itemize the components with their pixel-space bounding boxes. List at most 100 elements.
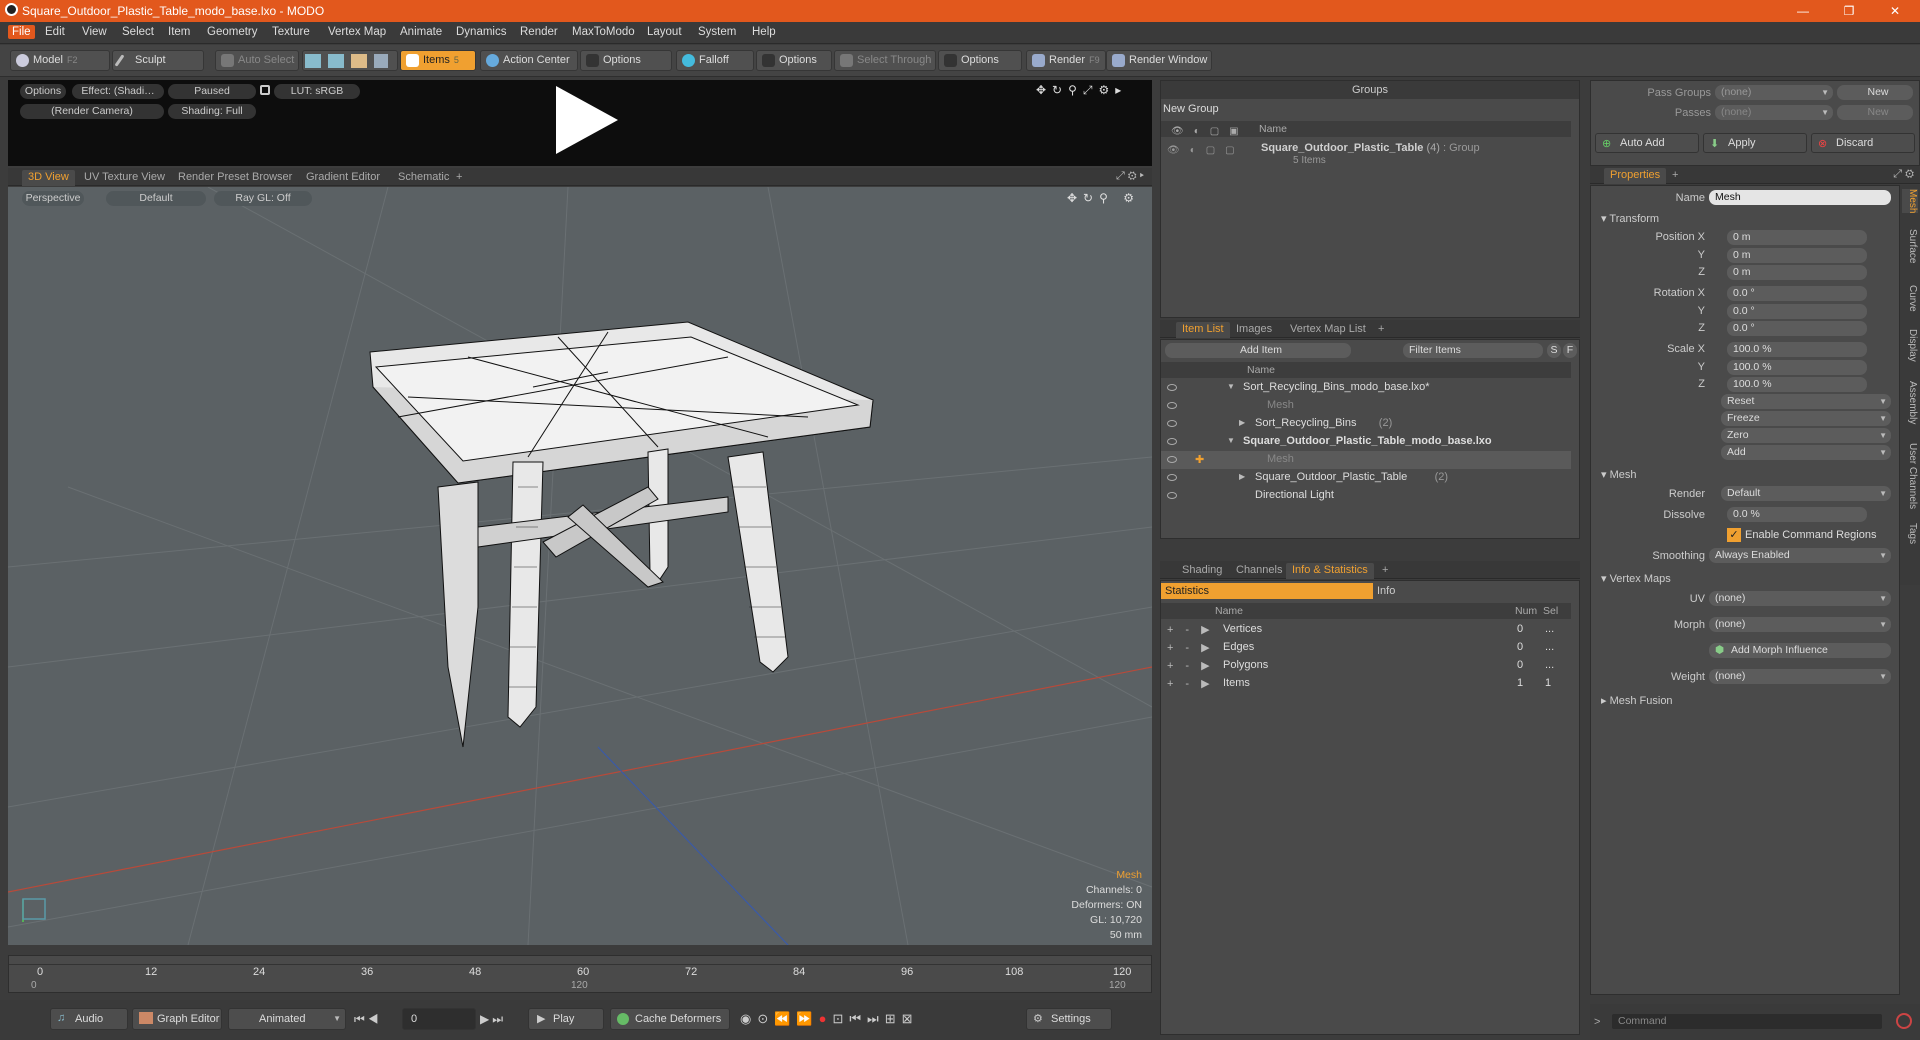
side-tab-display[interactable]: Display: [1902, 329, 1918, 362]
lock-icon[interactable]: ✚: [1195, 453, 1204, 466]
minimize-button[interactable]: —: [1780, 0, 1826, 22]
visibility-eye-icon[interactable]: [1167, 492, 1177, 499]
uv-dropdown[interactable]: (none) ▼: [1709, 591, 1891, 606]
render-button[interactable]: Render F9: [1026, 50, 1106, 71]
info-tab[interactable]: Info: [1377, 583, 1395, 599]
side-tab-surface[interactable]: Surface: [1902, 229, 1918, 263]
tab-channels[interactable]: Channels: [1230, 563, 1288, 579]
group-item[interactable]: Square_Outdoor_Plastic_Table (4) : Group: [1261, 142, 1480, 154]
item-list-row[interactable]: ▶ Sort_Recycling_Bins (2): [1161, 415, 1571, 433]
cache-deformers-button[interactable]: Cache Deformers: [610, 1008, 730, 1030]
reset-dropdown[interactable]: Reset ▼: [1721, 394, 1891, 409]
morph-dropdown[interactable]: (none) ▼: [1709, 617, 1891, 632]
smoothing-dropdown[interactable]: Always Enabled ▼: [1709, 548, 1891, 563]
shading-dropdown[interactable]: Shading: Full: [168, 104, 256, 119]
tab-uv-texture-view[interactable]: UV Texture View: [78, 170, 171, 186]
mesh-section[interactable]: ▾ Mesh: [1601, 468, 1636, 481]
viewport-nav-icons[interactable]: ✥↻⚲ ⚙: [1067, 191, 1140, 205]
menu-vertex-map[interactable]: Vertex Map: [328, 26, 386, 38]
stats-row[interactable]: +-▶ Polygons 0...: [1161, 657, 1571, 675]
apply-button[interactable]: ⬇ Apply: [1703, 133, 1807, 153]
visibility-eye-icon[interactable]: [1167, 384, 1177, 391]
filter-items-input[interactable]: Filter Items: [1403, 343, 1543, 358]
tab-vertex-map-list[interactable]: Vertex Map List: [1284, 322, 1372, 338]
add-tab-button[interactable]: +: [450, 170, 468, 186]
graph-editor-button[interactable]: Graph Editor: [132, 1008, 222, 1030]
new-pass-group-button[interactable]: New: [1837, 85, 1913, 100]
menu-layout[interactable]: Layout: [647, 26, 682, 38]
restore-button[interactable]: ❐: [1826, 0, 1872, 22]
side-tab-assembly[interactable]: Assembly: [1902, 381, 1918, 424]
freeze-dropdown[interactable]: Freeze ▼: [1721, 411, 1891, 426]
dissolve-input[interactable]: 0.0 %: [1727, 507, 1867, 522]
preview-paused-button[interactable]: Paused: [168, 84, 256, 99]
position-z-input[interactable]: 0 m: [1727, 265, 1867, 280]
menu-file[interactable]: File: [8, 25, 35, 39]
expand-arrow-icon[interactable]: ▼: [1227, 436, 1235, 445]
new-pass-button[interactable]: New: [1837, 105, 1913, 120]
menu-help[interactable]: Help: [752, 26, 776, 38]
animated-dropdown[interactable]: Animated ▼: [228, 1008, 346, 1030]
shading-style-dropdown[interactable]: Default: [106, 191, 206, 206]
menu-texture[interactable]: Texture: [272, 26, 310, 38]
add-tab-button[interactable]: +: [1372, 322, 1390, 338]
new-group-button[interactable]: New Group: [1163, 103, 1219, 115]
visibility-eye-icon[interactable]: [1167, 420, 1177, 427]
filter-f-button[interactable]: F: [1563, 343, 1577, 358]
menu-dynamics[interactable]: Dynamics: [456, 26, 506, 38]
scale-y-input[interactable]: 100.0 %: [1727, 360, 1867, 375]
lock-icon[interactable]: [260, 85, 270, 95]
tab-render-preset-browser[interactable]: Render Preset Browser: [172, 170, 298, 186]
expand-arrow-icon[interactable]: ▶: [1239, 472, 1245, 481]
preview-effect-dropdown[interactable]: Effect: (Shadi…: [72, 84, 164, 99]
item-list-row[interactable]: Mesh: [1161, 397, 1571, 415]
expand-controls-icon[interactable]: +-▶: [1167, 641, 1222, 654]
discard-button[interactable]: ⊗ Discard: [1811, 133, 1915, 153]
tab-gradient-editor[interactable]: Gradient Editor: [300, 170, 386, 186]
expand-controls-icon[interactable]: +-▶: [1167, 677, 1222, 690]
close-button[interactable]: ✕: [1872, 0, 1918, 22]
position-x-input[interactable]: 0 m: [1727, 230, 1867, 245]
record-icon[interactable]: [1896, 1013, 1912, 1029]
filter-s-button[interactable]: S: [1547, 343, 1561, 358]
key-control-icons[interactable]: ◉⊙⏪⏩●⊡⏮⏭⊞⊠: [740, 1011, 919, 1027]
position-y-input[interactable]: 0 m: [1727, 248, 1867, 263]
rotation-x-input[interactable]: 0.0 °: [1727, 286, 1867, 301]
enable-command-regions-checkbox[interactable]: ✓: [1727, 528, 1741, 542]
statistics-tab[interactable]: Statistics: [1161, 583, 1373, 599]
falloff-button[interactable]: Falloff: [676, 50, 754, 71]
transform-section[interactable]: ▾ Transform: [1601, 212, 1659, 225]
command-input[interactable]: Command: [1612, 1014, 1882, 1029]
item-list-row[interactable]: ✚ Mesh: [1161, 451, 1571, 469]
tab-properties[interactable]: Properties: [1604, 168, 1667, 184]
item-list-row[interactable]: Directional Light: [1161, 487, 1571, 505]
menu-view[interactable]: View: [82, 26, 107, 38]
raygl-dropdown[interactable]: Ray GL: Off: [214, 191, 312, 206]
side-tab-curve[interactable]: Curve: [1902, 285, 1918, 312]
menu-geometry[interactable]: Geometry: [207, 26, 258, 38]
stats-row[interactable]: +-▶ Vertices 0...: [1161, 621, 1571, 639]
visibility-eye-icon[interactable]: [1167, 438, 1177, 445]
visibility-eye-icon[interactable]: [1167, 456, 1177, 463]
play-preview-icon[interactable]: [556, 86, 618, 154]
edges-mode-icon[interactable]: [328, 54, 344, 68]
select-through-button[interactable]: Select Through: [834, 50, 936, 71]
name-input[interactable]: Mesh: [1709, 190, 1891, 205]
vertex-maps-section[interactable]: ▾ Vertex Maps: [1601, 572, 1671, 585]
tab-info-statistics[interactable]: Info & Statistics: [1286, 563, 1374, 579]
model-button[interactable]: Model F2: [10, 50, 110, 71]
tab-3d-view[interactable]: 3D View: [22, 170, 75, 186]
add-item-dropdown[interactable]: Add Item: [1165, 343, 1351, 358]
items-mode-button[interactable]: Items 5: [400, 50, 476, 71]
action-center-button[interactable]: Action Center: [480, 50, 578, 71]
menu-maxtomodo[interactable]: MaxToModo: [572, 26, 635, 38]
sculpt-button[interactable]: Sculpt: [112, 50, 204, 71]
settings-button[interactable]: ⚙ Settings: [1026, 1008, 1112, 1030]
side-tab-user-channels[interactable]: User Channels: [1902, 443, 1918, 509]
lut-dropdown[interactable]: LUT: sRGB: [274, 84, 360, 99]
menu-item[interactable]: Item: [168, 26, 190, 38]
item-list-row[interactable]: ▶ Square_Outdoor_Plastic_Table (2): [1161, 469, 1571, 487]
render-dropdown[interactable]: Default ▼: [1721, 486, 1891, 501]
stats-row[interactable]: +-▶ Items 1 1: [1161, 675, 1571, 693]
camera-dropdown[interactable]: (Render Camera): [20, 104, 164, 119]
